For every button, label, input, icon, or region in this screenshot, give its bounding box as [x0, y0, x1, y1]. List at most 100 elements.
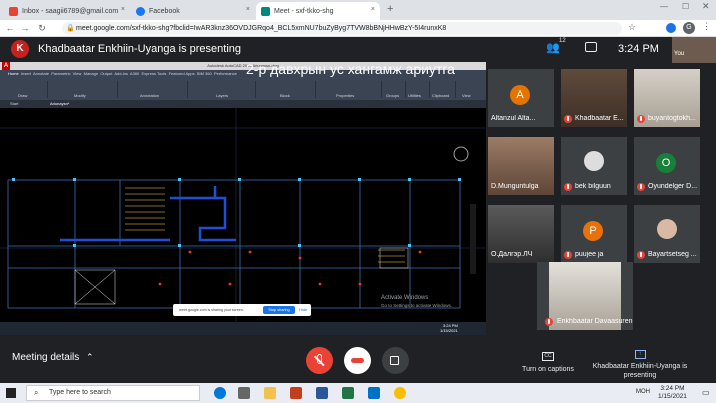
close-icon[interactable]: × — [371, 6, 375, 13]
back-icon[interactable]: ← — [4, 23, 16, 34]
participant-tile[interactable]: D.Munguntulga — [488, 137, 554, 195]
ribbon-group-properties[interactable]: Properties — [316, 81, 382, 98]
ribbon-tab[interactable]: Annotate — [33, 71, 49, 76]
maximize-button[interactable]: ☐ — [682, 2, 689, 11]
ribbon-tab[interactable]: BIM 360 — [197, 71, 212, 76]
participant-avatar — [657, 219, 677, 239]
ribbon-group-annotation[interactable]: Annotation — [118, 81, 188, 98]
tab-meet[interactable]: Meet - sxf-tkko-shg × — [256, 2, 380, 20]
stop-sharing-button[interactable]: Stop sharing — [263, 306, 295, 314]
task-view-icon[interactable] — [238, 387, 250, 399]
menu-icon[interactable]: ⋮ — [702, 21, 711, 32]
lock-icon: 🔒 — [66, 25, 75, 32]
participant-tile[interactable]: buyantogtokh... — [634, 69, 700, 127]
close-icon[interactable]: × — [246, 6, 250, 13]
ribbon-tab[interactable]: Output — [100, 71, 112, 76]
participant-tile[interactable]: Khadbaatar E... — [561, 69, 627, 127]
ribbon-group-layers[interactable]: Layers — [188, 81, 256, 98]
participant-avatar — [584, 151, 604, 171]
camera-toggle-button[interactable] — [382, 347, 409, 374]
participant-avatar: P — [583, 221, 603, 241]
reload-icon[interactable]: ↻ — [36, 23, 48, 34]
participant-name: buyantogtokh... — [648, 115, 696, 122]
participant-tile[interactable]: P puujee ja — [561, 205, 627, 263]
window-close-button[interactable]: ✕ — [702, 1, 710, 12]
windows-start-icon[interactable] — [6, 388, 16, 398]
mic-off-icon — [637, 251, 645, 259]
extension-icon[interactable] — [666, 23, 676, 33]
participant-tile[interactable]: O.Далгэр.ЛЧ — [488, 205, 554, 263]
star-icon[interactable]: ☆ — [628, 22, 636, 33]
ribbon-group-groups[interactable]: Groups — [382, 81, 406, 98]
excel-icon[interactable] — [342, 387, 354, 399]
ribbon-tab[interactable]: Parametric — [51, 71, 70, 76]
ribbon-tab[interactable]: Express Tools — [142, 71, 167, 76]
outlook-icon[interactable] — [368, 387, 380, 399]
hide-button[interactable]: Hide — [299, 306, 307, 314]
drawing-canvas[interactable] — [0, 108, 486, 324]
ribbon-tab[interactable]: Featured Apps — [169, 71, 195, 76]
tab-facebook[interactable]: Facebook × — [131, 2, 255, 20]
taskbar-search-box[interactable]: ⌕ Type here to search — [26, 385, 200, 401]
meeting-details-button[interactable]: Meeting details ⌃ — [12, 352, 94, 363]
language-indicator[interactable]: МОН — [636, 389, 650, 395]
participant-name: Enkhbaatar Davaasuren — [557, 318, 633, 325]
ribbon-group-label: Clipboard — [432, 93, 450, 98]
participant-tile[interactable]: O Oyundelger D... — [634, 137, 700, 195]
minimize-button[interactable]: — — [660, 2, 668, 11]
participant-tile[interactable]: A Altanzul Alta... — [488, 69, 554, 127]
ribbon-group-label: Layers — [216, 93, 229, 98]
taskbar-date: 1/15/2021 — [658, 393, 687, 400]
ribbon-group-draw[interactable]: Draw — [4, 81, 48, 98]
ribbon-group-label: Annotation — [140, 93, 160, 98]
mic-toggle-button[interactable] — [306, 347, 333, 374]
meet-bottom-bar: Meeting details ⌃ CC Turn on captions ↑ … — [0, 335, 716, 383]
notifications-icon[interactable]: ▭ — [702, 388, 710, 397]
participant-tile[interactable]: Bayartsetseg ... — [634, 205, 700, 263]
powerpoint-icon[interactable] — [290, 387, 302, 399]
taskbar-clock[interactable]: 3:24 PM 1/15/2021 — [658, 385, 687, 401]
ribbon-group-block[interactable]: Block — [256, 81, 316, 98]
ribbon-tab[interactable]: Insert — [21, 71, 31, 76]
profile-avatar[interactable]: G — [683, 22, 695, 34]
taskbar-time: 3:24 PM — [660, 385, 685, 392]
new-tab-button[interactable]: + — [387, 3, 393, 15]
ribbon-group-clipboard[interactable]: Clipboard — [430, 81, 456, 98]
presenter-header: K Khadbaatar Enkhiin-Uyanga is presentin… — [0, 37, 490, 61]
captions-button[interactable]: CC Turn on captions — [518, 344, 578, 373]
chrome-icon[interactable] — [394, 387, 406, 399]
meet-top-controls: 👥 12 3:24 PM You — [530, 37, 716, 63]
file-tab-drawing[interactable]: Ariunaysn* — [50, 101, 69, 106]
people-icon[interactable]: 👥 — [546, 41, 560, 54]
file-tab-start[interactable]: Start — [10, 101, 18, 106]
forward-icon[interactable]: → — [19, 23, 31, 34]
leave-call-button[interactable] — [344, 347, 371, 374]
ribbon-tab[interactable]: Performance — [214, 71, 237, 76]
ribbon-group-modify[interactable]: Modify — [48, 81, 118, 98]
ribbon-tab[interactable]: View — [73, 71, 82, 76]
participant-name: Khadbaatar E... — [575, 115, 624, 122]
participant-name: D.Munguntulga — [491, 183, 539, 190]
participant-tile[interactable]: bek bilguun — [561, 137, 627, 195]
ribbon-group-utilities[interactable]: Utilities — [406, 81, 430, 98]
captions-icon: CC — [542, 352, 554, 361]
edge-icon[interactable] — [214, 387, 226, 399]
word-icon[interactable] — [316, 387, 328, 399]
ribbon-tab[interactable]: Home — [8, 71, 19, 76]
activate-title: Activate Windows — [381, 295, 429, 301]
ribbon-tab[interactable]: A360 — [130, 71, 139, 76]
close-icon[interactable]: × — [121, 6, 125, 13]
floor-plan-drawing — [0, 108, 486, 324]
file-explorer-icon[interactable] — [264, 387, 276, 399]
ribbon-group-view[interactable]: View — [456, 81, 482, 98]
present-icon: ↑ — [634, 350, 646, 359]
camera-icon — [390, 356, 399, 365]
participant-tile[interactable]: Enkhbaatar Davaasuren — [537, 262, 633, 330]
chat-icon[interactable] — [585, 42, 597, 52]
hang-up-icon — [351, 358, 364, 363]
tab-gmail[interactable]: Inbox - saagii6789@gmail.com × — [4, 2, 130, 20]
ribbon-tab[interactable]: Add-ins — [114, 71, 128, 76]
presenting-button[interactable]: ↑ Khadbaatar Enkhiin-Uyanga is presentin… — [590, 342, 690, 380]
url-field[interactable]: 🔒 meet.google.com/sxf-tkko-shg?fbclid=Iw… — [62, 22, 622, 35]
ribbon-tab[interactable]: Manage — [84, 71, 98, 76]
